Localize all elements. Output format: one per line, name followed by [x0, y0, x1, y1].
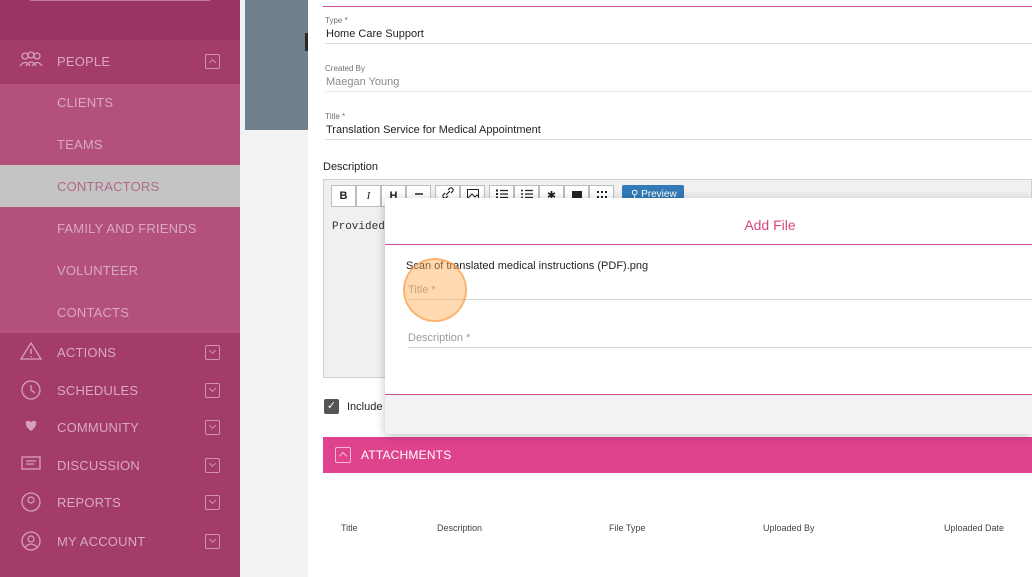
- add-file-dialog: Add File Scan of translated medical inst…: [385, 198, 1032, 434]
- description-heading: Description: [323, 161, 379, 173]
- people-icon: [19, 50, 43, 72]
- sidebar-item-schedules[interactable]: SCHEDULES: [0, 371, 240, 409]
- dialog-footer: [385, 395, 1032, 434]
- sidebar-item-label: COMMUNITY: [57, 420, 139, 435]
- type-label: Type *: [325, 16, 348, 25]
- chevron-down-icon[interactable]: [205, 345, 220, 360]
- title-label: Title *: [325, 112, 346, 121]
- file-description-input[interactable]: [408, 328, 1032, 347]
- clock-icon: [19, 379, 43, 401]
- sidebar-item-label: VOLUNTEER: [57, 263, 139, 278]
- chevron-down-icon[interactable]: [205, 458, 220, 473]
- sidebar-item-label: TEAMS: [57, 137, 103, 152]
- chevron-up-icon[interactable]: [205, 54, 220, 69]
- chevron-up-icon[interactable]: [335, 447, 351, 463]
- user-icon: [19, 530, 43, 552]
- sidebar-item-contacts[interactable]: CONTACTS: [0, 293, 240, 331]
- sidebar-item-label: CONTRACTORS: [57, 179, 160, 194]
- sidebar-item-label: MY ACCOUNT: [57, 534, 146, 549]
- file-description-field[interactable]: [408, 328, 1032, 348]
- sidebar-item-label: FAMILY AND FRIENDS: [57, 221, 197, 236]
- bold-button[interactable]: B: [331, 185, 356, 207]
- sidebar-header: [0, 0, 240, 40]
- sidebar: PEOPLE CLIENTS TEAMS CONTRACTORS FAMILY …: [0, 0, 240, 577]
- heart-hands-icon: [19, 416, 43, 438]
- chevron-down-icon[interactable]: [205, 534, 220, 549]
- editor-content: Provided: [332, 221, 385, 233]
- sidebar-item-label: REPORTS: [57, 495, 122, 510]
- include-label: Include: [347, 401, 383, 413]
- sidebar-item-discussion[interactable]: DISCUSSION: [0, 446, 240, 484]
- attachments-section-header[interactable]: ATTACHMENTS: [323, 437, 1032, 473]
- attachments-title: ATTACHMENTS: [361, 448, 452, 462]
- sidebar-item-community[interactable]: COMMUNITY: [0, 408, 240, 446]
- warning-icon: [19, 341, 43, 363]
- chevron-down-icon[interactable]: [205, 383, 220, 398]
- sidebar-item-contractors[interactable]: CONTRACTORS: [0, 165, 240, 207]
- file-name: Scan of translated medical instructions …: [406, 260, 649, 272]
- sidebar-item-actions[interactable]: ACTIONS: [0, 333, 240, 371]
- sidebar-item-teams[interactable]: TEAMS: [0, 125, 240, 163]
- sidebar-item-people[interactable]: PEOPLE: [0, 42, 240, 80]
- sidebar-item-family-and-friends[interactable]: FAMILY AND FRIENDS: [0, 209, 240, 247]
- background-page: [245, 0, 308, 130]
- sidebar-item-reports[interactable]: REPORTS: [0, 483, 240, 521]
- sidebar-item-label: CONTACTS: [57, 305, 130, 320]
- column-header-uploaded-date: Uploaded Date: [944, 523, 1005, 533]
- file-title-input[interactable]: [408, 280, 1032, 299]
- sidebar-item-volunteer[interactable]: VOLUNTEER: [0, 251, 240, 289]
- sidebar-item-clients[interactable]: CLIENTS: [0, 83, 240, 121]
- chevron-down-icon[interactable]: [205, 420, 220, 435]
- title-field[interactable]: Title * Translation Service for Medical …: [325, 112, 1032, 140]
- column-header-title: Title: [341, 523, 358, 533]
- divider: [385, 244, 1032, 245]
- sidebar-item-my-account[interactable]: MY ACCOUNT: [0, 522, 240, 560]
- sidebar-item-label: ACTIONS: [57, 345, 117, 360]
- type-value: Home Care Support: [326, 28, 424, 40]
- title-value: Translation Service for Medical Appointm…: [326, 124, 541, 136]
- sidebar-item-label: PEOPLE: [57, 54, 111, 69]
- created-by-value: Maegan Young: [326, 76, 400, 88]
- chat-icon: [19, 454, 43, 476]
- created-by-label: Created By: [325, 64, 366, 73]
- created-by-field: Created By Maegan Young: [325, 64, 1032, 92]
- add-file-title: Add File: [744, 217, 796, 233]
- type-field[interactable]: Type * Home Care Support: [325, 16, 1032, 44]
- column-header-description: Description: [437, 523, 483, 533]
- divider: [323, 6, 1032, 7]
- column-header-file-type: File Type: [609, 523, 646, 533]
- include-checkbox[interactable]: ✓: [324, 399, 339, 414]
- sidebar-item-label: DISCUSSION: [57, 458, 140, 473]
- column-header-uploaded-by: Uploaded By: [763, 523, 815, 533]
- reports-icon: [19, 491, 43, 513]
- italic-button[interactable]: I: [356, 185, 381, 207]
- sidebar-item-label: SCHEDULES: [57, 383, 139, 398]
- file-title-field[interactable]: [408, 280, 1032, 300]
- chevron-down-icon[interactable]: [205, 495, 220, 510]
- sidebar-item-label: CLIENTS: [57, 95, 114, 110]
